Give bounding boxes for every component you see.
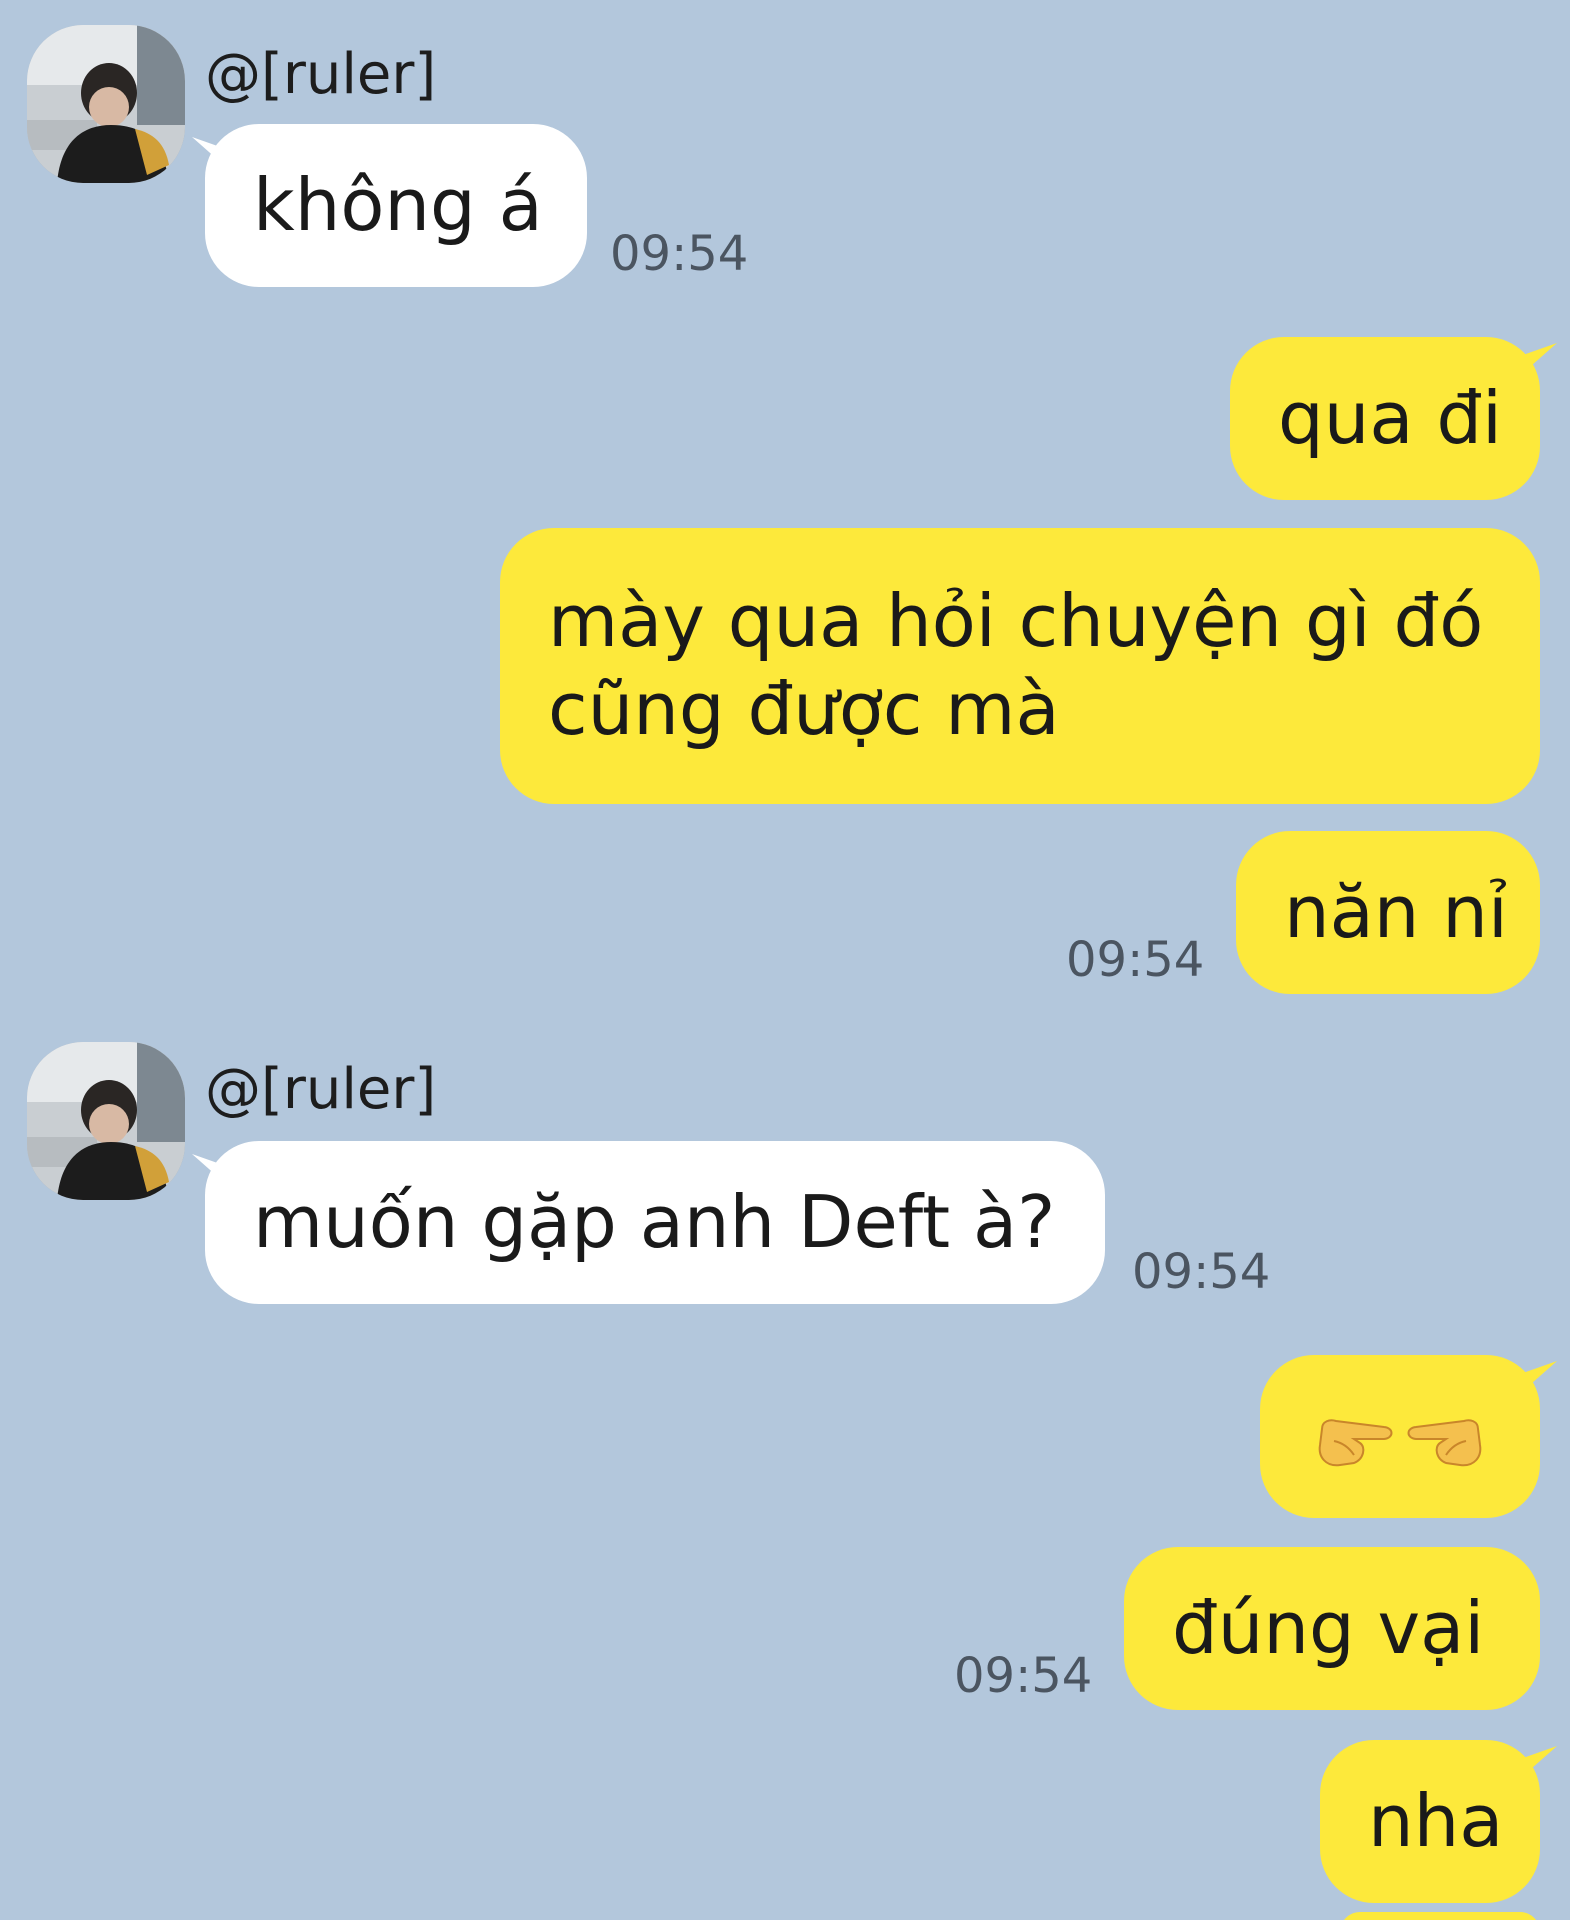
avatar-photo [27,1042,185,1200]
avatar-photo [27,25,185,183]
message-text: năn nỉ [1284,870,1508,955]
message-bubble-outgoing[interactable]: mày qua hỏi chuyện gì đó cũng được mà [500,528,1540,804]
message-text: không á [253,163,543,248]
message-bubble-outgoing-partial[interactable] [1340,1912,1540,1920]
message-bubble-outgoing[interactable]: đúng vại [1124,1547,1540,1710]
message-text [1314,1403,1486,1471]
bubble-tail [1523,1361,1557,1391]
avatar[interactable] [27,1042,185,1200]
message-bubble-outgoing[interactable]: nha [1320,1740,1540,1903]
message-bubble-incoming[interactable]: muốn gặp anh Deft à? [205,1141,1105,1304]
bubble-tail [1523,343,1557,373]
sender-name: @[ruler] [205,42,437,107]
message-timestamp: 09:54 [1132,1244,1271,1300]
message-text: qua đi [1278,376,1503,461]
chat-thread[interactable]: @[ruler] không á 09:54 qua đi mày qua hỏ… [0,0,1570,1920]
message-timestamp: 09:54 [610,226,749,282]
message-timestamp: 09:54 [1066,932,1205,988]
pointing-right-hand-icon [1318,1418,1393,1466]
message-bubble-outgoing[interactable]: năn nỉ [1236,831,1540,994]
message-text: muốn gặp anh Deft à? [253,1180,1056,1265]
bubble-tail [1523,1746,1557,1776]
message-bubble-outgoing[interactable]: qua đi [1230,337,1540,500]
message-bubble-incoming[interactable]: không á [205,124,587,287]
message-bubble-outgoing[interactable] [1260,1355,1540,1518]
sender-name: @[ruler] [205,1057,437,1122]
pointing-left-hand-icon [1407,1418,1482,1466]
avatar[interactable] [27,25,185,183]
message-text: nha [1368,1779,1504,1864]
message-timestamp: 09:54 [954,1648,1093,1704]
message-text: đúng vại [1172,1586,1485,1671]
message-text: mày qua hỏi chuyện gì đó cũng được mà [548,579,1484,751]
